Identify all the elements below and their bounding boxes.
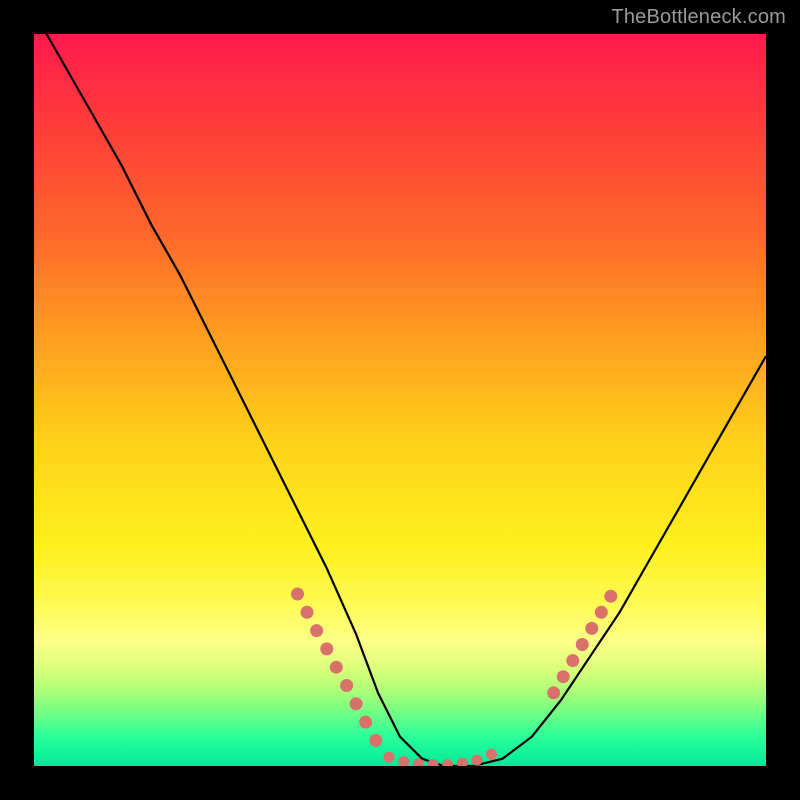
curve-group [34,34,766,766]
outer-frame: TheBottleneck.com [0,0,800,800]
highlight-dots-right [547,590,617,700]
highlight-dot [291,588,304,601]
highlight-dot [576,638,589,651]
highlight-dot [350,697,363,710]
highlight-dot [384,752,395,763]
highlight-dot [457,758,468,766]
highlight-dot [369,734,382,747]
watermark-label: TheBottleneck.com [611,6,786,29]
highlight-dot [442,759,453,766]
highlight-dot [595,606,608,619]
bottleneck-curve [34,34,766,766]
chart-svg [34,34,766,766]
highlight-dot [340,679,353,692]
highlight-dot [566,654,579,667]
highlight-dot [547,686,560,699]
highlight-dot [398,756,409,766]
highlight-dot [471,755,482,766]
highlight-dot [301,606,314,619]
highlight-dot [585,622,598,635]
highlight-dot [330,661,343,674]
highlight-dot [320,642,333,655]
highlight-dot [359,716,372,729]
chart-plot-area [34,34,766,766]
highlight-dot [310,624,323,637]
highlight-dots-bottom [384,749,498,766]
highlight-dot [604,590,617,603]
highlight-dot [557,670,570,683]
highlight-dot [486,749,497,760]
